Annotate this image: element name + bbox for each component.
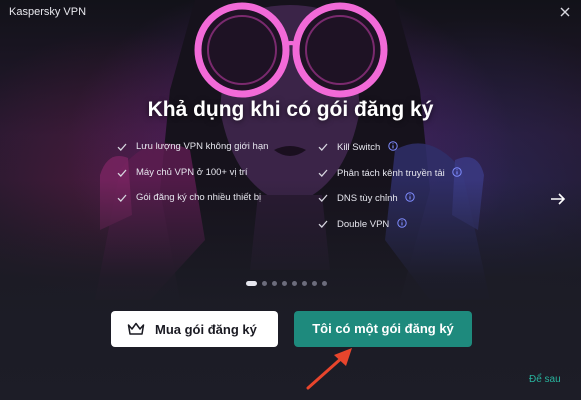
- info-icon[interactable]: [388, 141, 398, 151]
- close-button[interactable]: [555, 2, 575, 22]
- feature-label: Gói đăng ký cho nhiều thiết bị: [136, 192, 262, 203]
- hero-fade: [0, 180, 581, 300]
- info-icon[interactable]: [397, 217, 407, 228]
- feature-label: Kill Switch: [337, 142, 381, 153]
- feature-item: Kill Switch: [318, 141, 462, 167]
- feature-item: Máy chủ VPN ở 100+ vị trí: [117, 167, 268, 193]
- feature-item: Phân tách kênh truyền tải: [318, 166, 463, 193]
- carousel-dot[interactable]: [322, 281, 327, 286]
- annotation-arrow: [306, 348, 352, 390]
- close-icon: [560, 7, 570, 17]
- carousel-dot[interactable]: [302, 281, 307, 286]
- feature-item: DNS tùy chỉnh: [318, 192, 462, 218]
- check-icon: [117, 169, 127, 177]
- carousel-dot[interactable]: [282, 281, 287, 286]
- feature-label: Máy chủ VPN ở 100+ vị trí: [136, 166, 248, 178]
- info-icon[interactable]: [405, 192, 416, 202]
- app-window: Kaspersky VPN Khả dụng khi có gói đăng k…: [0, 0, 581, 400]
- next-slide-button[interactable]: [549, 190, 567, 208]
- page-title: Khả dụng khi có gói đăng ký: [147, 98, 434, 121]
- have-subscription-button[interactable]: Tôi có một gói đăng ký: [294, 311, 472, 347]
- feature-label: DNS tùy chỉnh: [337, 193, 398, 204]
- info-icon[interactable]: [452, 166, 463, 177]
- feature-item: Double VPN: [318, 217, 462, 244]
- check-icon: [117, 143, 127, 151]
- check-icon: [117, 194, 127, 202]
- feature-label: Lưu lượng VPN không giới hạn: [136, 141, 269, 152]
- arrow-right-icon: [551, 193, 566, 205]
- hero-banner: [0, 0, 581, 300]
- carousel-dot[interactable]: [272, 281, 277, 286]
- check-icon: [318, 194, 328, 202]
- buy-subscription-button[interactable]: Mua gói đăng ký: [111, 311, 278, 347]
- feature-item: Gói đăng ký cho nhiều thiết bị: [117, 192, 268, 218]
- carousel-dot[interactable]: [292, 281, 297, 286]
- carousel-dot[interactable]: [262, 281, 267, 286]
- feature-list-right: Kill Switch Phân tách kênh truyền tải DN…: [318, 141, 463, 244]
- check-icon: [318, 220, 328, 228]
- window-title: Kaspersky VPN: [9, 6, 87, 18]
- later-link[interactable]: Để sau: [529, 374, 561, 385]
- feature-item: Lưu lượng VPN không giới hạn: [117, 141, 268, 167]
- check-icon: [318, 143, 328, 151]
- feature-label: Double VPN: [337, 218, 390, 230]
- feature-list-left: Lưu lượng VPN không giới hạn Máy chủ VPN…: [117, 141, 268, 218]
- carousel-dot[interactable]: [312, 281, 317, 286]
- title-bar: Kaspersky VPN: [0, 0, 581, 24]
- feature-label: Phân tách kênh truyền tải: [337, 167, 445, 179]
- check-icon: [318, 169, 328, 177]
- buy-subscription-label: Mua gói đăng ký: [155, 322, 257, 337]
- crown-icon: [127, 322, 145, 335]
- carousel-dot-active[interactable]: [246, 281, 257, 286]
